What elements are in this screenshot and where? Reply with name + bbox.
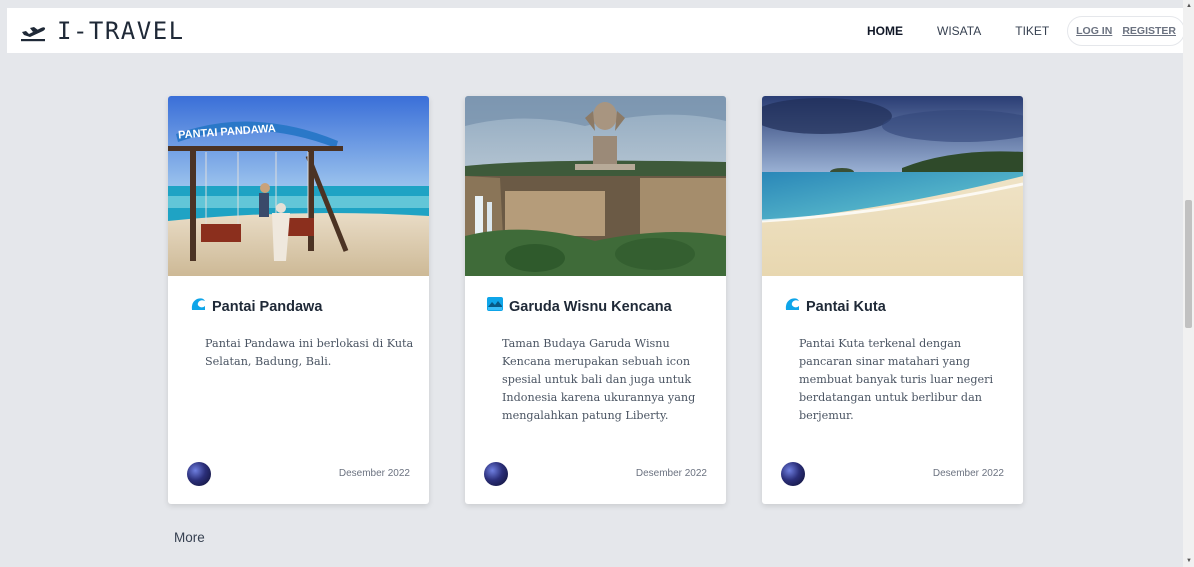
vertical-scrollbar[interactable]: ▲ ▼ — [1183, 0, 1194, 567]
card-title-text: Pantai Kuta — [806, 298, 886, 315]
nav-wisata-link[interactable]: WISATA — [937, 24, 981, 38]
plane-departure-icon — [19, 19, 47, 43]
card-date: Desember 2022 — [635, 468, 707, 479]
card-description: Taman Budaya Garuda Wisnu Kencana merupa… — [502, 337, 696, 422]
brand-name: I-TRAVEL — [57, 17, 185, 45]
destination-card-pantai-kuta[interactable]: Pantai Kuta Pantai Kuta terkenal dengan … — [762, 96, 1023, 504]
card-title-text: Pantai Pandawa — [212, 298, 323, 315]
nav-home-link[interactable]: HOME — [867, 24, 903, 38]
card-date: Desember 2022 — [338, 468, 410, 479]
card-title-text: Garuda Wisnu Kencana — [509, 298, 672, 315]
garuda-wisnu-kencana-image — [465, 96, 726, 276]
scroll-down-icon[interactable]: ▼ — [1186, 558, 1192, 564]
card-title: Pantai Kuta — [784, 296, 886, 317]
register-link[interactable]: REGISTER — [1122, 25, 1176, 37]
nav-tiket-link[interactable]: TIKET — [1015, 24, 1049, 38]
mountain-lake-icon — [487, 296, 503, 317]
pantai-kuta-image — [762, 96, 1023, 276]
wave-icon — [784, 296, 800, 317]
card-title: Pantai Pandawa — [190, 296, 322, 317]
avatar — [781, 462, 805, 486]
card-date: Desember 2022 — [932, 468, 1004, 479]
auth-links: LOG IN REGISTER — [1067, 16, 1185, 46]
top-navbar: I-TRAVEL HOME WISATA TIKET LOG IN REGIST… — [7, 8, 1185, 54]
avatar — [187, 462, 211, 486]
main-nav: HOME WISATA TIKET — [867, 24, 1083, 38]
scrollbar-thumb[interactable] — [1185, 200, 1192, 328]
card-description: Pantai Pandawa ini berlokasi di Kuta Sel… — [205, 337, 414, 368]
scroll-up-icon[interactable]: ▲ — [1186, 3, 1192, 9]
wave-icon — [190, 296, 206, 317]
page-background: I-TRAVEL HOME WISATA TIKET LOG IN REGIST… — [0, 0, 1185, 567]
pantai-pandawa-image: PANTAI PANDAWA — [168, 96, 429, 276]
more-link[interactable]: More — [174, 530, 205, 545]
destination-card-garuda-wisnu-kencana[interactable]: Garuda Wisnu Kencana Taman Budaya Garuda… — [465, 96, 726, 504]
card-title: Garuda Wisnu Kencana — [487, 296, 672, 317]
card-description: Pantai Kuta terkenal dengan pancaran sin… — [799, 337, 994, 422]
login-link[interactable]: LOG IN — [1076, 25, 1112, 37]
destination-card-pantai-pandawa[interactable]: PANTAI PANDAWA Pantai Pandawa Pantai Pan… — [168, 96, 429, 504]
brand-logo[interactable]: I-TRAVEL — [19, 17, 185, 45]
avatar — [484, 462, 508, 486]
